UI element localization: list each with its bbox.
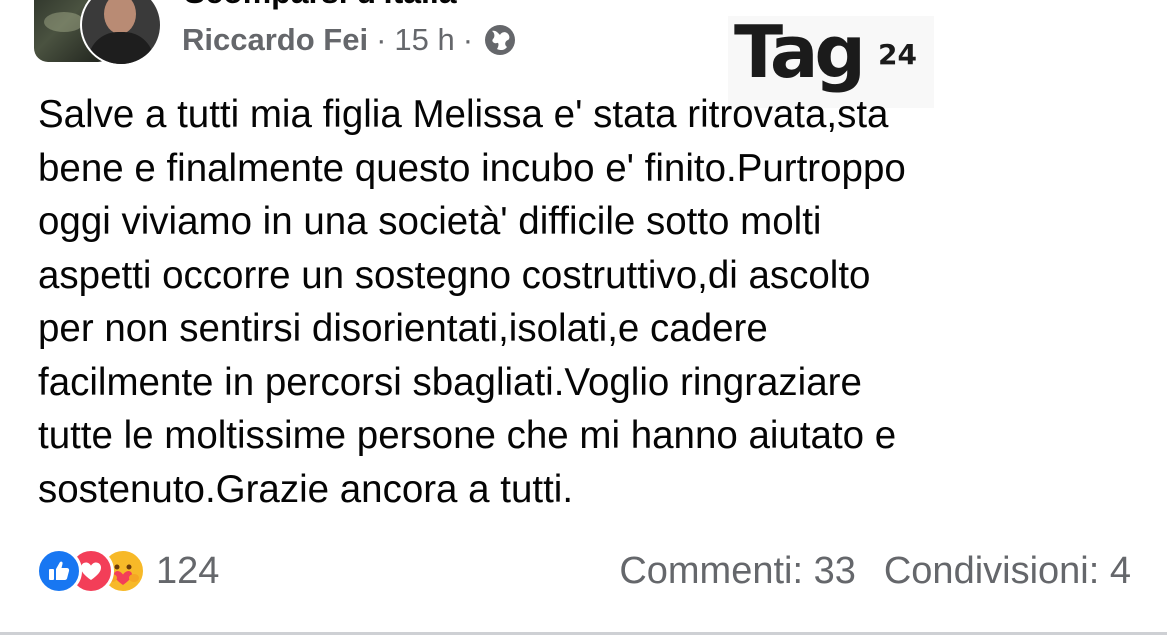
globe-icon[interactable] [483, 23, 517, 57]
post-text-line: aspetti occorre un sostegno costruttivo,… [38, 253, 871, 297]
post-text-line: oggi viviamo in una società' difficile s… [38, 200, 822, 243]
post-text-line: Salve a tutti mia figlia Melissa e' stat… [38, 93, 889, 136]
avatar-shirt [88, 32, 154, 64]
watermark-logo-number: 24 [878, 38, 917, 71]
post-meta: Riccardo Fei · 15 h · [182, 22, 517, 58]
like-icon [36, 548, 82, 594]
shares-count-link[interactable]: Condivisioni: 4 [884, 550, 1131, 593]
watermark-logo-text: Tag [734, 10, 866, 94]
post-text-line: per non sentirsi disorientati,isolati,e … [38, 307, 768, 350]
reactions-summary[interactable]: 124 [36, 548, 219, 594]
post-time-link[interactable]: 15 h [394, 22, 454, 58]
group-name-link[interactable]: Scomparsi d'Italia [184, 0, 457, 11]
post-text-line: tutte le moltissime persone che mi hanno… [38, 414, 897, 457]
meta-separator: · [376, 22, 387, 57]
author-name-link[interactable]: Riccardo Fei [182, 22, 368, 58]
engagement-stats: Commenti: 33 Condivisioni: 4 [619, 548, 1131, 594]
post-text-line: sostenuto.Grazie ancora a tutti. [38, 467, 574, 511]
post-body: Salve a tutti mia figlia Melissa e' stat… [38, 88, 1128, 516]
facebook-post: Scomparsi d'Italia Riccardo Fei · 15 h ·… [0, 0, 1167, 635]
post-text-line: facilmente in percorsi sbagliati.Voglio … [38, 360, 862, 404]
meta-separator: · [462, 22, 474, 57]
reaction-count: 124 [156, 549, 220, 592]
comments-count-link[interactable]: Commenti: 33 [619, 550, 856, 593]
avatar-face [104, 0, 136, 34]
post-text-line: bene e finalmente questo incubo e' finit… [38, 146, 906, 190]
author-avatar[interactable] [80, 0, 162, 66]
